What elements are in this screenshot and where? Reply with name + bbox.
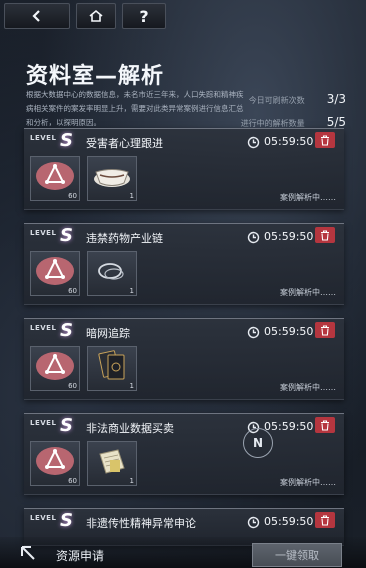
documents-icon: [99, 449, 125, 474]
home-icon: [89, 9, 103, 22]
level-label: LEVEL: [30, 324, 57, 332]
clock-icon: [242, 229, 264, 245]
level-grade: S: [60, 320, 73, 341]
delete-button[interactable]: [315, 512, 335, 528]
case-name: 非遗传性精神异常申论: [86, 517, 196, 530]
level-label: LEVEL: [30, 419, 57, 427]
top-nav: ?: [0, 3, 366, 29]
countdown-time: 05:59:50: [264, 515, 314, 528]
trash-icon: [321, 229, 329, 241]
item-count: 60: [68, 477, 77, 485]
help-label: ?: [139, 6, 149, 26]
cards-icon: [98, 350, 125, 380]
page-description: 根据大数据中心的数据信息，未名市近三年来，人口失踪和精神疾病相关案件的案发率明显…: [26, 90, 244, 127]
claim-all-button[interactable]: 一键领取: [252, 543, 342, 567]
reward-item[interactable]: 60: [30, 156, 80, 201]
delete-button[interactable]: [315, 322, 335, 338]
level-badge: LEVEL S: [30, 225, 74, 247]
back-arrow-icon: [32, 10, 40, 22]
clock-icon: [242, 514, 264, 530]
stat-value: 3/3: [326, 92, 346, 106]
triangle-token-icon: [36, 257, 74, 285]
level-label: LEVEL: [30, 229, 57, 237]
level-badge: LEVEL S: [30, 415, 74, 437]
level-label: LEVEL: [30, 134, 57, 142]
stat-label: 今日可刷新次数: [248, 96, 305, 105]
level-grade: S: [60, 130, 73, 151]
countdown-time: 05:59:50: [264, 325, 314, 338]
bottom-bar: 资源申请 一键领取: [0, 537, 366, 568]
refresh-count-stat: 今日可刷新次数 3/3: [249, 92, 346, 106]
case-card[interactable]: LEVEL S 非法商业数据买卖 05:59:50 60 1 案例解析中……: [24, 413, 344, 495]
item-count: 1: [129, 382, 134, 390]
compass-icon: N: [243, 428, 273, 458]
case-card[interactable]: LEVEL S 违禁药物产业链 05:59:50 60 1 案例解析中……: [24, 223, 344, 305]
reward-item[interactable]: 60: [30, 441, 80, 486]
clock-icon: [242, 324, 264, 340]
clock-icon: [242, 134, 264, 150]
item-count: 1: [129, 477, 134, 485]
reward-item[interactable]: 1: [87, 441, 137, 486]
case-status: 案例解析中……: [280, 288, 336, 297]
item-count: 60: [68, 382, 77, 390]
level-label: LEVEL: [30, 514, 57, 522]
level-grade: S: [60, 415, 73, 436]
case-status: 案例解析中……: [280, 193, 336, 202]
countdown-time: 05:59:50: [264, 135, 314, 148]
necklace-icon: [98, 263, 124, 280]
case-card[interactable]: LEVEL S 暗网追踪 05:59:50 60 1 案例解析中……: [24, 318, 344, 400]
reward-item[interactable]: 1: [87, 346, 137, 391]
case-status: 案例解析中……: [280, 383, 336, 392]
reward-item[interactable]: 60: [30, 251, 80, 296]
countdown-time: 05:59:50: [264, 420, 314, 433]
triangle-token-icon: [36, 162, 74, 190]
resource-apply-label[interactable]: 资源申请: [56, 547, 104, 564]
delete-button[interactable]: [315, 417, 335, 433]
level-badge: LEVEL S: [30, 510, 74, 532]
trash-icon: [321, 514, 329, 526]
level-grade: S: [60, 225, 73, 246]
case-name: 受害者心理跟进: [86, 137, 163, 150]
case-list[interactable]: LEVEL S 受害者心理跟进 05:59:50 60 1 案例解析中…… LE…: [24, 128, 344, 546]
reward-item[interactable]: 60: [30, 346, 80, 391]
case-name: 暗网追踪: [86, 327, 130, 340]
item-count: 1: [129, 192, 134, 200]
reward-item[interactable]: 1: [87, 251, 137, 296]
home-button[interactable]: [76, 3, 116, 29]
level-badge: LEVEL S: [30, 130, 74, 152]
case-card[interactable]: LEVEL S 受害者心理跟进 05:59:50 60 1 案例解析中……: [24, 128, 344, 210]
delete-button[interactable]: [315, 227, 335, 243]
help-button[interactable]: ?: [122, 3, 166, 29]
triangle-token-icon: [36, 352, 74, 380]
compass-label: N: [252, 436, 264, 450]
stat-label: 进行中的解析数量: [240, 119, 305, 128]
case-status: 案例解析中……: [280, 478, 336, 487]
trash-icon: [321, 419, 329, 431]
triangle-token-icon: [36, 447, 74, 475]
trash-icon: [321, 324, 329, 336]
countdown-time: 05:59:50: [264, 230, 314, 243]
level-badge: LEVEL S: [30, 320, 74, 342]
arrow-up-left-icon[interactable]: [18, 543, 40, 565]
item-count: 1: [129, 287, 134, 295]
case-name: 非法商业数据买卖: [86, 422, 174, 435]
item-count: 60: [68, 287, 77, 295]
level-grade: S: [60, 510, 73, 531]
item-count: 60: [68, 192, 77, 200]
teacup-icon: [94, 169, 130, 187]
delete-button[interactable]: [315, 132, 335, 148]
stat-value: 5/5: [326, 115, 346, 129]
analysis-count-stat: 进行中的解析数量 5/5: [241, 115, 346, 129]
trash-icon: [321, 134, 329, 146]
case-name: 违禁药物产业链: [86, 232, 163, 245]
reward-item[interactable]: 1: [87, 156, 137, 201]
back-button[interactable]: [4, 3, 70, 29]
page-title: 资料室—解析: [26, 64, 165, 89]
